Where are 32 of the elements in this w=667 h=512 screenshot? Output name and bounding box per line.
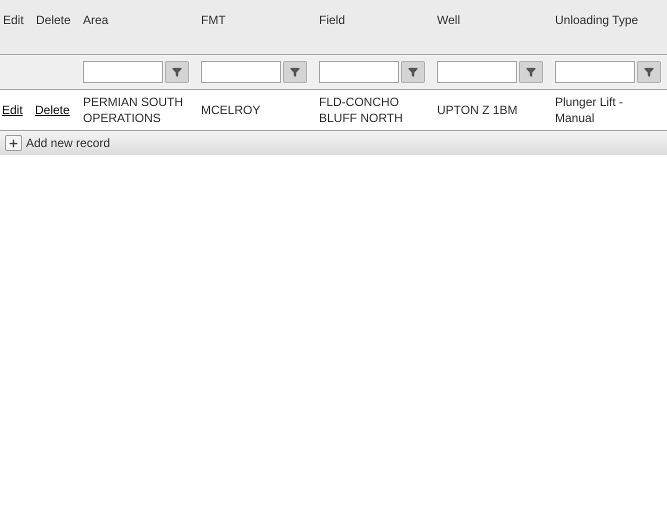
column-header: FMT: [200, 12, 226, 29]
filter-button[interactable]: [165, 61, 189, 83]
filter-field[interactable]: [319, 61, 399, 83]
column-header: Area: [82, 12, 108, 29]
filter-button[interactable]: [283, 61, 307, 83]
filter-icon: [290, 67, 300, 77]
table-cell: UPTON Z 1BM: [437, 102, 518, 118]
filter-field[interactable]: [83, 61, 163, 83]
row-link[interactable]: Edit: [2, 101, 23, 119]
column-header: Delete: [35, 12, 71, 29]
table-cell: MCELROY: [201, 102, 260, 118]
filter-icon: [644, 67, 654, 77]
filter-icon: [408, 67, 418, 77]
add-record-label: Add new record: [26, 135, 110, 152]
table-cell-text: Plunger Lift - Manual: [555, 94, 624, 126]
filter-field[interactable]: [555, 61, 635, 83]
row-link[interactable]: Delete: [35, 101, 70, 119]
filter-icon: [526, 67, 536, 77]
table-cell-text: FLD-CONCHO BLUFF NORTH: [319, 94, 404, 126]
filter-button[interactable]: [637, 61, 661, 83]
filter-button[interactable]: [401, 61, 425, 83]
table-cell-text: PERMIAN SOUTH OPERATIONS: [83, 94, 184, 126]
column-header: Edit: [2, 12, 24, 29]
filter-button[interactable]: [519, 61, 543, 83]
plus-icon: [8, 138, 19, 148]
filter-field[interactable]: [201, 61, 281, 83]
filter-icon: [172, 67, 182, 77]
column-header: Unloading Type: [554, 12, 638, 29]
column-header: Field: [318, 12, 346, 29]
column-header: Well: [436, 12, 460, 29]
filter-field[interactable]: [437, 61, 517, 83]
add-button[interactable]: [5, 135, 22, 151]
